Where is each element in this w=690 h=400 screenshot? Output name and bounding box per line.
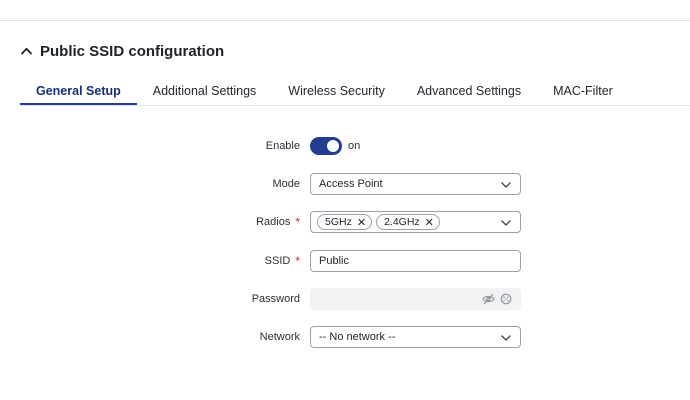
chevron-down-icon — [501, 333, 511, 341]
tab-wireless-security[interactable]: Wireless Security — [272, 76, 401, 106]
ssid-label: SSID * — [264, 254, 300, 268]
tabs-divider — [20, 105, 690, 106]
ssid-input[interactable]: Public — [310, 250, 521, 272]
radio-chip-5ghz: 5GHz ✕ — [317, 214, 373, 230]
radios-multiselect[interactable]: 5GHz ✕ 2.4GHz ✕ — [310, 211, 521, 233]
network-select[interactable]: -- No network -- — [310, 326, 521, 348]
toggle-knob — [327, 140, 339, 152]
password-row: Password — [0, 287, 690, 311]
tab-advanced-settings[interactable]: Advanced Settings — [401, 76, 537, 106]
top-divider — [0, 20, 690, 21]
network-label: Network — [259, 331, 300, 343]
chevron-up-icon[interactable] — [20, 45, 32, 57]
chip-label: 5GHz — [325, 216, 352, 228]
tab-mac-filter[interactable]: MAC-Filter — [537, 76, 629, 106]
ssid-row: SSID * Public — [0, 249, 690, 273]
required-marker: * — [295, 215, 300, 229]
chevron-down-icon — [501, 180, 511, 188]
mode-label: Mode — [272, 178, 300, 190]
enable-control: on — [310, 136, 360, 156]
ssid-value: Public — [319, 255, 349, 267]
section-header[interactable]: Public SSID configuration — [20, 40, 224, 62]
remove-chip-icon[interactable]: ✕ — [357, 216, 366, 229]
mode-row: Mode Access Point — [0, 172, 690, 196]
password-label: Password — [251, 293, 300, 305]
chip-label: 2.4GHz — [384, 216, 420, 228]
enable-state-text: on — [348, 140, 361, 152]
eye-off-icon[interactable] — [482, 293, 495, 308]
enable-row: Enable on — [0, 134, 690, 158]
required-marker: * — [295, 254, 300, 268]
generate-icon[interactable] — [500, 293, 512, 308]
tab-general-setup[interactable]: General Setup — [20, 76, 137, 106]
enable-label: Enable — [265, 140, 300, 152]
chevron-down-icon — [501, 218, 511, 226]
radio-chip-2-4ghz: 2.4GHz ✕ — [376, 214, 440, 230]
tab-additional-settings[interactable]: Additional Settings — [137, 76, 273, 106]
section-title: Public SSID configuration — [40, 42, 225, 60]
tab-bar: General Setup Additional Settings Wirele… — [20, 76, 629, 106]
enable-toggle[interactable] — [310, 137, 342, 155]
radios-row: Radios * 5GHz ✕ 2.4GHz ✕ — [0, 210, 690, 234]
mode-select[interactable]: Access Point — [310, 173, 521, 195]
mode-value: Access Point — [319, 178, 383, 190]
radios-label: Radios * — [256, 215, 300, 229]
network-value: -- No network -- — [319, 331, 396, 343]
remove-chip-icon[interactable]: ✕ — [425, 216, 434, 229]
network-row: Network -- No network -- — [0, 325, 690, 349]
password-icons — [482, 293, 512, 308]
password-input[interactable] — [310, 288, 521, 310]
